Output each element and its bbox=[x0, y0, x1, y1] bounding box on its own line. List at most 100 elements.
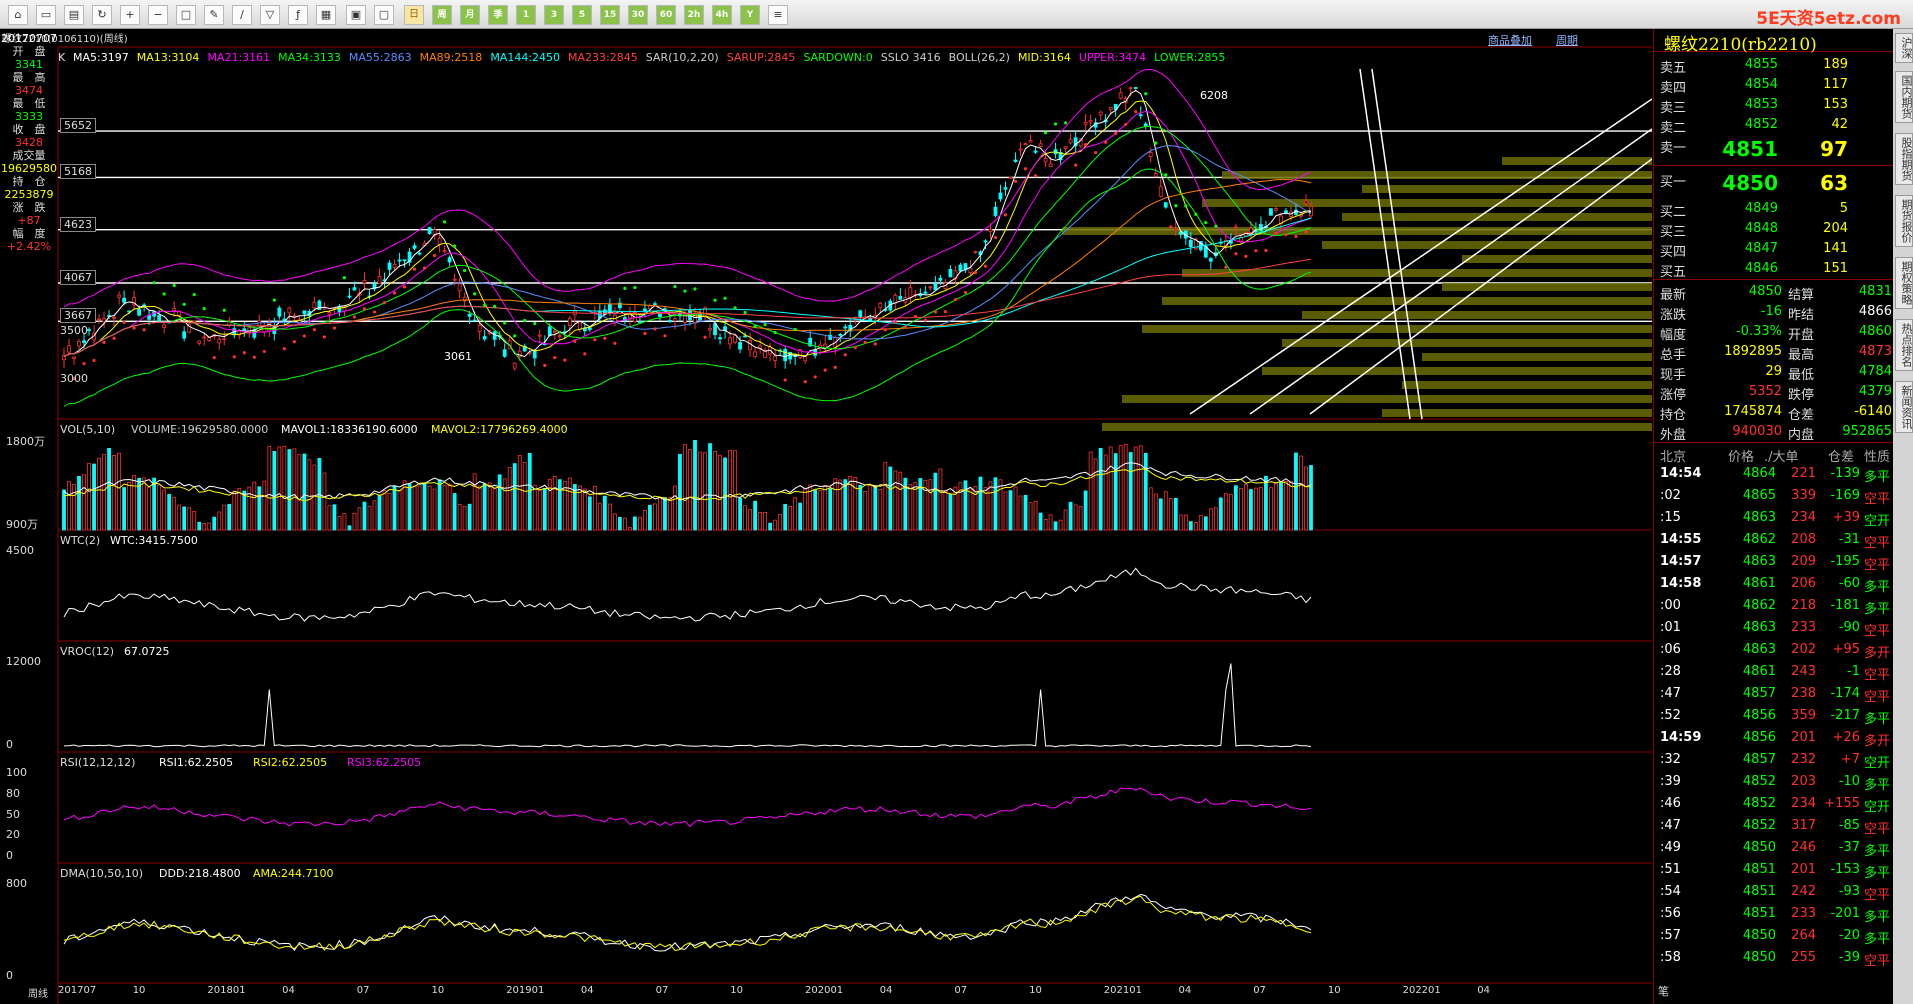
tick-nature: 多平 bbox=[1864, 470, 1891, 485]
window-icon[interactable]: □ bbox=[176, 5, 196, 25]
tick-time: :56 bbox=[1660, 906, 1681, 921]
chart-icon[interactable]: ▤ bbox=[64, 5, 84, 25]
side-tab[interactable]: 期货报价 bbox=[1895, 195, 1913, 247]
dma-value: AMA:244.7100 bbox=[253, 867, 334, 880]
news-icon[interactable]: ≡ bbox=[768, 5, 788, 25]
zoom-out-icon[interactable]: − bbox=[148, 5, 168, 25]
formula-icon[interactable]: ƒ bbox=[288, 5, 308, 25]
tick-volume: 208 bbox=[1791, 532, 1816, 547]
quote-row: :28 4861 243 -1 空平 bbox=[1656, 662, 1896, 683]
1-period-button[interactable]: 1 bbox=[516, 5, 536, 25]
quote-row: :58 4850 255 -39 空平 bbox=[1656, 948, 1896, 969]
price-level-label: 3000 bbox=[60, 372, 88, 386]
tick-nature: 空开 bbox=[1864, 800, 1891, 815]
tick-time: :28 bbox=[1660, 664, 1681, 679]
month-period-button[interactable]: 月 bbox=[460, 5, 480, 25]
ask-label: 卖四 bbox=[1660, 81, 1687, 96]
tick-time: :47 bbox=[1660, 686, 1681, 701]
side-tab[interactable]: 热点排名 bbox=[1895, 319, 1913, 371]
side-tab[interactable]: 期权策略 bbox=[1895, 257, 1913, 309]
stat-value: 4850 bbox=[1748, 284, 1782, 299]
folder-icon[interactable]: ▭ bbox=[36, 5, 56, 25]
quote-row: 14:54 4864 221 -139 多平 bbox=[1656, 464, 1896, 485]
side-tab[interactable]: 沪深 bbox=[1895, 33, 1913, 63]
bid-price: 4846 bbox=[1744, 261, 1778, 276]
4h-period-button[interactable]: 4h bbox=[712, 5, 732, 25]
side-tab[interactable]: 国内期货 bbox=[1895, 71, 1913, 123]
quote-row: :00 4862 218 -181 多平 bbox=[1656, 596, 1896, 617]
vol-value: VOLUME:19629580.0000 bbox=[131, 423, 269, 436]
tick-oi-change: -181 bbox=[1830, 598, 1860, 613]
stat-value: 952865 bbox=[1842, 424, 1892, 439]
3-period-button[interactable]: 3 bbox=[544, 5, 564, 25]
30-period-button[interactable]: 30 bbox=[628, 5, 648, 25]
side-tab[interactable]: 新闻资讯 bbox=[1895, 381, 1913, 433]
overlay-link[interactable]: 商品叠加 bbox=[1488, 32, 1532, 48]
x-axis-label: 04 bbox=[1477, 985, 1491, 996]
period-link[interactable]: 周期 bbox=[1556, 32, 1578, 48]
y-period-button[interactable]: Y bbox=[740, 5, 760, 25]
ticks-tab[interactable]: 笔 bbox=[1658, 983, 1669, 999]
tick-time: 14:59 bbox=[1660, 730, 1702, 745]
2h-period-button[interactable]: 2h bbox=[684, 5, 704, 25]
5-period-button[interactable]: 5 bbox=[572, 5, 592, 25]
bid-volume: 141 bbox=[1823, 241, 1848, 256]
info-label: 成交量 bbox=[12, 149, 46, 162]
stat-label: 现手 bbox=[1660, 368, 1687, 383]
home-icon[interactable]: ⌂ bbox=[8, 5, 28, 25]
brush-icon[interactable]: ∕ bbox=[232, 5, 252, 25]
tick-volume: 246 bbox=[1791, 840, 1816, 855]
tick-time: 14:54 bbox=[1660, 466, 1702, 481]
tick-time: :57 bbox=[1660, 928, 1681, 943]
info-label: 最 低 bbox=[12, 97, 46, 110]
chart-area[interactable]: 螺纹2210(0106110)(周线) K MA5:3197 MA13:3104 M… bbox=[0, 29, 1652, 1004]
quote-row: 卖二 4852 42 bbox=[1656, 115, 1896, 136]
bid-volume: 5 bbox=[1839, 201, 1848, 216]
day-period-button[interactable]: 日 bbox=[404, 5, 424, 25]
vroc-y-tick: 12000 bbox=[6, 655, 41, 668]
tick-volume: 242 bbox=[1791, 884, 1816, 899]
ma-item: MA144:2450 bbox=[490, 51, 561, 64]
tick-nature: 空平 bbox=[1864, 668, 1891, 683]
quote-row: :02 4865 339 -169 空平 bbox=[1656, 486, 1896, 507]
side-tab[interactable]: 股指期货 bbox=[1895, 133, 1913, 185]
ma-item: SSLO 3416 bbox=[880, 51, 941, 64]
quote-row: :01 4863 233 -90 空平 bbox=[1656, 618, 1896, 639]
x-axis-label: 10 bbox=[431, 985, 445, 996]
box-icon[interactable]: ▢ bbox=[374, 5, 394, 25]
quote-row: 买一 4850 63 bbox=[1656, 169, 1896, 195]
refresh-icon[interactable]: ↻ bbox=[92, 5, 112, 25]
ticks-header: 北京 bbox=[1660, 450, 1687, 465]
tick-nature: 多平 bbox=[1864, 580, 1891, 595]
calc-icon[interactable]: ▣ bbox=[346, 5, 366, 25]
15-period-button[interactable]: 15 bbox=[600, 5, 620, 25]
bid-price: 4849 bbox=[1744, 201, 1778, 216]
info-label: 开 盘 bbox=[12, 45, 46, 58]
tick-volume: 202 bbox=[1791, 642, 1816, 657]
wtc-panel-title: WTC(2) bbox=[60, 534, 101, 547]
filter-icon[interactable]: ▽ bbox=[260, 5, 280, 25]
tick-oi-change: -217 bbox=[1830, 708, 1860, 723]
tick-nature: 多平 bbox=[1864, 932, 1891, 947]
quote-row: :54 4851 242 -93 空平 bbox=[1656, 882, 1896, 903]
tick-volume: 201 bbox=[1791, 730, 1816, 745]
pencil-icon[interactable]: ✎ bbox=[204, 5, 224, 25]
tick-price: 4852 bbox=[1742, 774, 1776, 789]
x-axis-label: 10 bbox=[730, 985, 744, 996]
tick-time: 14:55 bbox=[1660, 532, 1702, 547]
quote-row: :56 4851 233 -201 多平 bbox=[1656, 904, 1896, 925]
price-level-label: 3500 bbox=[60, 324, 88, 338]
dma-value: DDD:218.4800 bbox=[159, 867, 241, 880]
tick-time: :51 bbox=[1660, 862, 1681, 877]
tick-oi-change: -20 bbox=[1838, 928, 1860, 943]
quote-row: 卖四 4854 117 bbox=[1656, 75, 1896, 96]
60-period-button[interactable]: 60 bbox=[656, 5, 676, 25]
kline-chart-svg[interactable] bbox=[0, 29, 1652, 1004]
x-period-button[interactable]: 季 bbox=[488, 5, 508, 25]
ma-item: MA55:2863 bbox=[348, 51, 412, 64]
table-icon[interactable]: ▦ bbox=[316, 5, 336, 25]
zoom-in-icon[interactable]: + bbox=[120, 5, 140, 25]
week-period-button[interactable]: 周 bbox=[432, 5, 452, 25]
ask-price: 4854 bbox=[1744, 77, 1778, 92]
ticks-header: ./大单 bbox=[1764, 450, 1799, 465]
